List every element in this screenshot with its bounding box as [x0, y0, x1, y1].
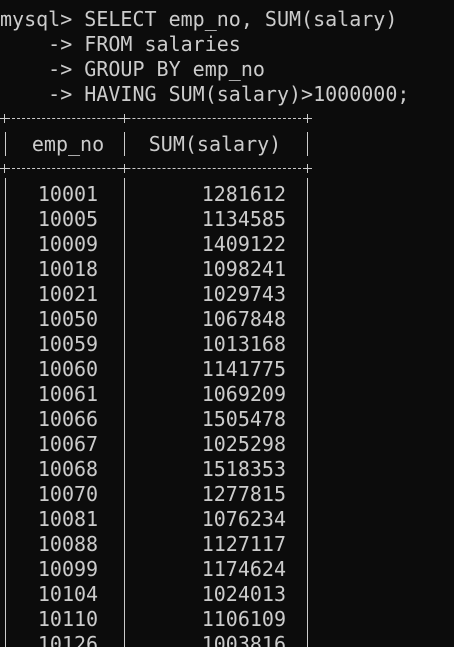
cell-sum-salary: 1277815: [201, 482, 286, 506]
table-divider: [5, 132, 6, 156]
cell-emp-no: 10021: [37, 282, 99, 306]
cell-emp-no: 10110: [37, 607, 99, 631]
table-divider: [124, 178, 125, 647]
cell-emp-no: 10001: [37, 182, 99, 206]
cell-emp-no: 10126: [37, 632, 99, 647]
table-corner: [120, 114, 129, 123]
cell-emp-no: 10066: [37, 407, 99, 431]
cell-sum-salary: 1106109: [201, 607, 286, 631]
cell-emp-no: 10067: [37, 432, 99, 456]
query-line-2: -> FROM salaries: [0, 32, 241, 56]
cell-sum-salary: 1024013: [201, 582, 286, 606]
table-divider: [5, 178, 6, 647]
cell-emp-no: 10099: [37, 557, 99, 581]
column-header-emp-no: emp_no: [31, 132, 105, 156]
cell-sum-salary: 1174624: [201, 557, 286, 581]
table-divider: [307, 178, 308, 647]
cell-emp-no: 10060: [37, 357, 99, 381]
cell-emp-no: 10005: [37, 207, 99, 231]
table-corner: [0, 164, 9, 173]
cell-emp-no: 10088: [37, 532, 99, 556]
table-border-header: [2, 168, 311, 169]
column-header-sum-salary: SUM(salary): [148, 132, 282, 156]
cell-sum-salary: 1281612: [201, 182, 286, 206]
cell-sum-salary: 1069209: [201, 382, 286, 406]
cell-emp-no: 10104: [37, 582, 99, 606]
table-corner: [303, 164, 312, 173]
query-line-3: -> GROUP BY emp_no: [0, 57, 265, 81]
cell-sum-salary: 1029743: [201, 282, 286, 306]
cell-sum-salary: 1013168: [201, 332, 286, 356]
cell-emp-no: 10068: [37, 457, 99, 481]
query-line-1: mysql> SELECT emp_no, SUM(salary): [0, 7, 398, 31]
cell-sum-salary: 1141775: [201, 357, 286, 381]
cell-sum-salary: 1134585: [201, 207, 286, 231]
cell-sum-salary: 1076234: [201, 507, 286, 531]
cell-sum-salary: 1409122: [201, 232, 286, 256]
table-corner: [120, 164, 129, 173]
cell-emp-no: 10050: [37, 307, 99, 331]
table-border-top: [2, 118, 311, 119]
cell-emp-no: 10059: [37, 332, 99, 356]
table-divider: [307, 132, 308, 156]
table-divider: [124, 132, 125, 156]
cell-sum-salary: 1067848: [201, 307, 286, 331]
table-corner: [0, 114, 9, 123]
cell-emp-no: 10081: [37, 507, 99, 531]
cell-sum-salary: 1505478: [201, 407, 286, 431]
cell-sum-salary: 1003816: [201, 632, 286, 647]
cell-sum-salary: 1025298: [201, 432, 286, 456]
terminal-window[interactable]: mysql> SELECT emp_no, SUM(salary) -> FRO…: [0, 0, 454, 647]
query-line-4: -> HAVING SUM(salary)>1000000;: [0, 82, 410, 106]
cell-emp-no: 10018: [37, 257, 99, 281]
cell-emp-no: 10070: [37, 482, 99, 506]
table-corner: [303, 114, 312, 123]
cell-sum-salary: 1127117: [201, 532, 286, 556]
cell-emp-no: 10061: [37, 382, 99, 406]
cell-sum-salary: 1098241: [201, 257, 286, 281]
cell-sum-salary: 1518353: [201, 457, 286, 481]
cell-emp-no: 10009: [37, 232, 99, 256]
